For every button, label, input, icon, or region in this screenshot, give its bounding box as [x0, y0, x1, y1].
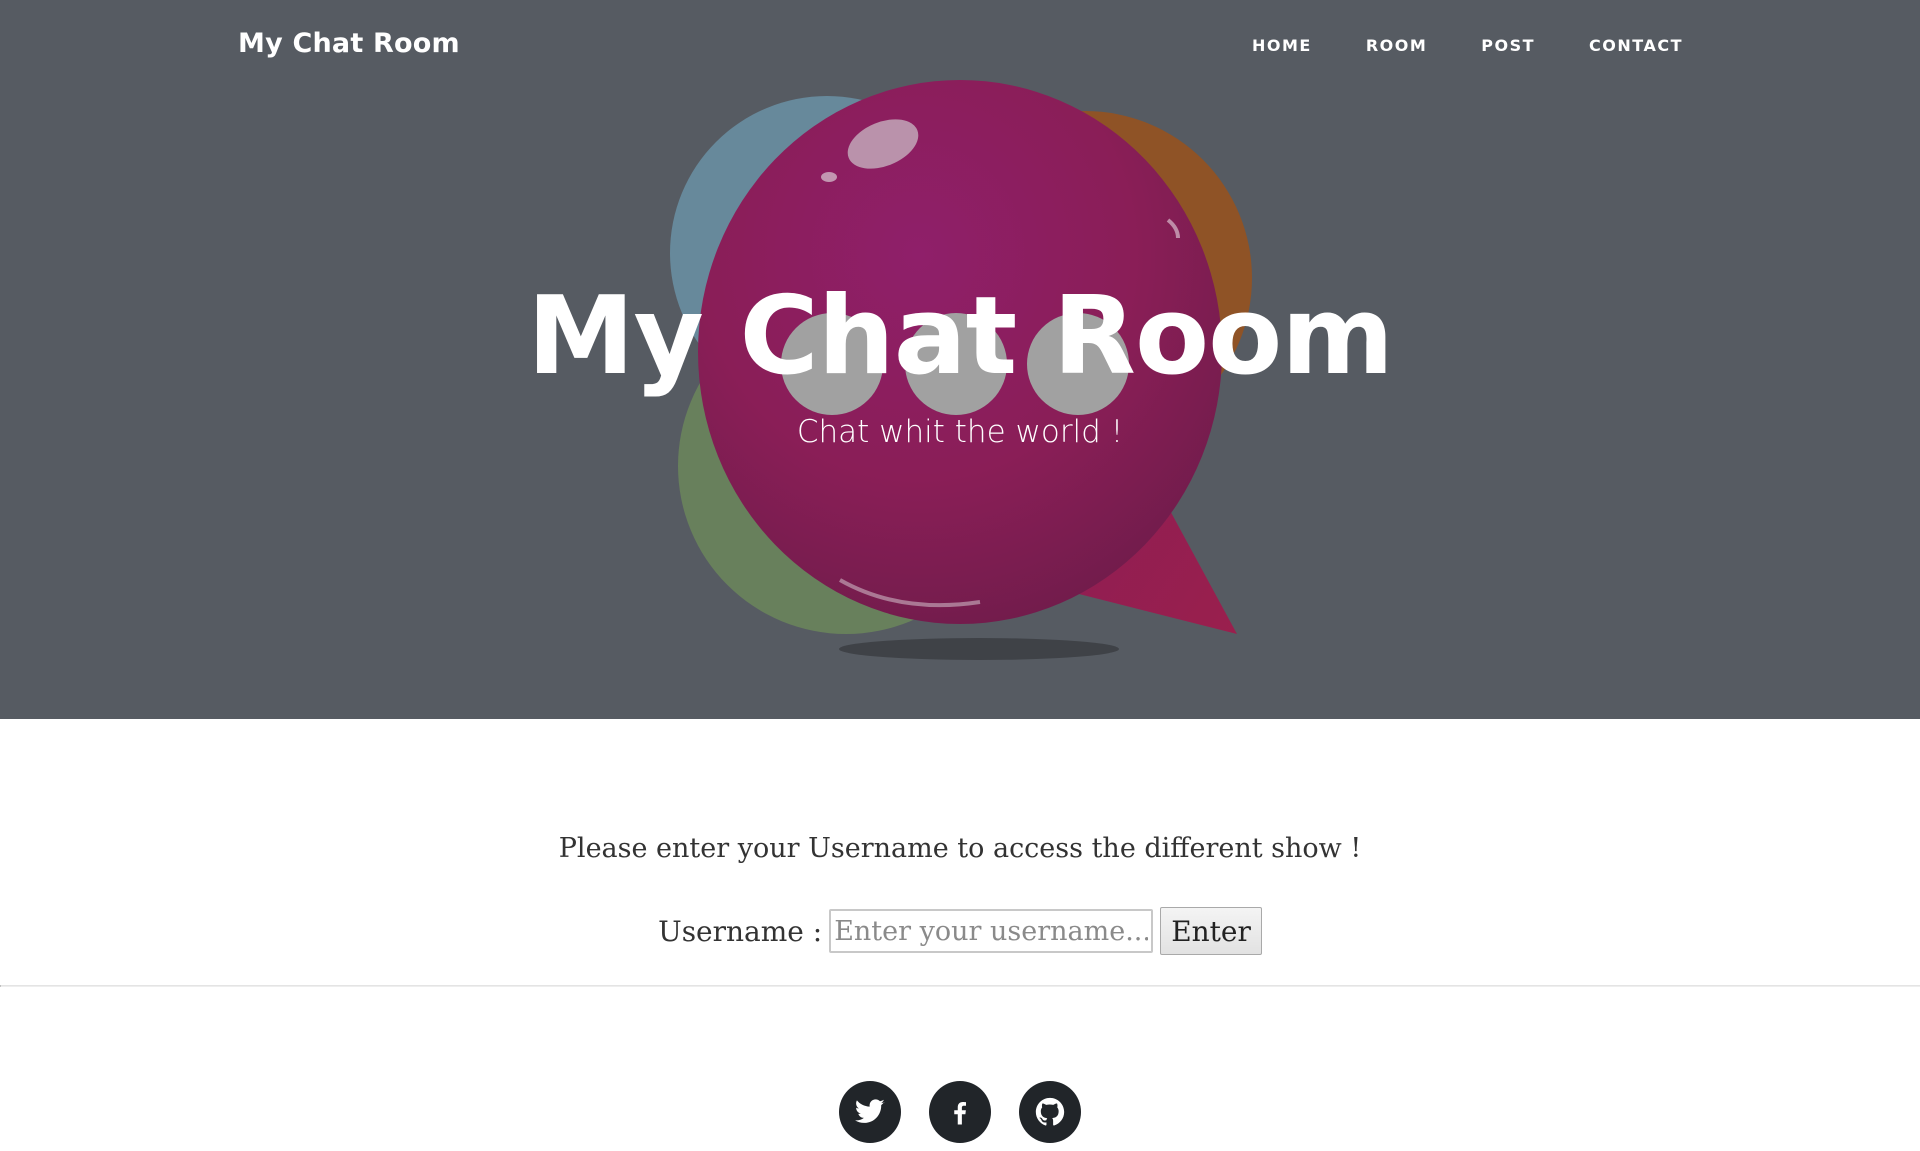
nav-item-home: HOME	[1252, 36, 1312, 55]
social-item-github	[1019, 1081, 1081, 1143]
enter-button[interactable]: Enter	[1160, 907, 1262, 955]
navbar: My Chat Room HOME ROOM POST CONTACT	[0, 0, 1920, 92]
divider	[0, 985, 1920, 987]
twitter-icon	[854, 1099, 885, 1123]
nav-link-room[interactable]: ROOM	[1366, 36, 1427, 55]
facebook-icon	[954, 1102, 966, 1125]
hero-header: My Chat Room HOME ROOM POST CONTACT My C…	[0, 0, 1920, 719]
hero-subtitle: Chat whit the world !	[796, 414, 1124, 450]
github-icon	[1035, 1097, 1065, 1126]
github-link[interactable]	[1019, 1081, 1081, 1143]
twitter-link[interactable]	[839, 1081, 901, 1143]
username-form: Username : Enter	[0, 906, 1920, 956]
nav-item-room: ROOM	[1366, 36, 1427, 55]
username-input[interactable]	[829, 909, 1154, 953]
username-label: Username :	[658, 914, 823, 948]
nav-item-contact: CONTACT	[1589, 36, 1683, 55]
social-links	[0, 1081, 1920, 1143]
nav-link-home[interactable]: HOME	[1252, 36, 1312, 55]
nav-links: HOME ROOM POST CONTACT	[1198, 36, 1683, 55]
hero-title: My Chat Room	[527, 274, 1394, 399]
facebook-link[interactable]	[929, 1081, 991, 1143]
social-item-facebook	[929, 1081, 991, 1143]
nav-link-post[interactable]: POST	[1481, 36, 1535, 55]
brand-link[interactable]: My Chat Room	[238, 28, 460, 59]
nav-item-post: POST	[1481, 36, 1535, 55]
social-item-twitter	[839, 1081, 901, 1143]
intro-text: Please enter your Username to access the…	[558, 833, 1362, 864]
nav-link-contact[interactable]: CONTACT	[1589, 36, 1683, 55]
